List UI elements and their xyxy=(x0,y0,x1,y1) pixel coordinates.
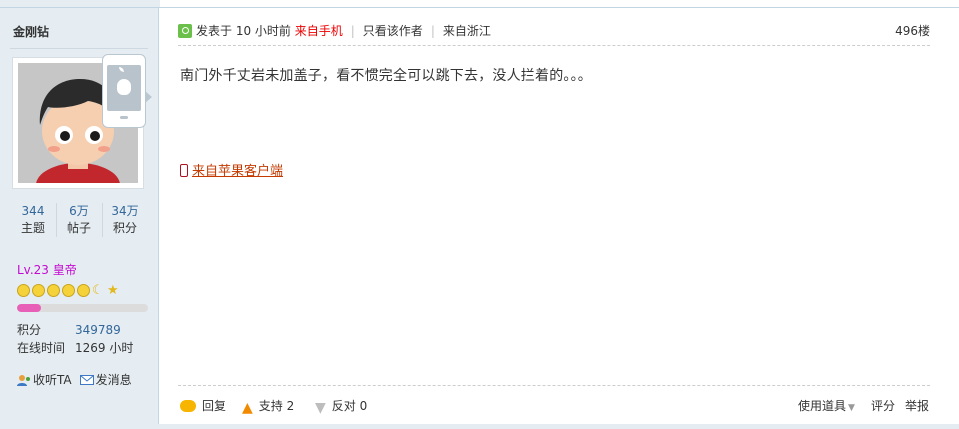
reply-label: 回复 xyxy=(202,399,227,413)
from-mobile[interactable]: 来自手机 xyxy=(295,24,343,38)
post-location: 来自浙江 xyxy=(442,24,491,38)
badge-pointer xyxy=(145,91,152,103)
use-tools-dropdown[interactable]: 使用道具 ▼ xyxy=(798,397,855,414)
stat-label: 帖子 xyxy=(66,221,91,235)
arrow-up-icon: ▲ xyxy=(242,400,253,416)
stat-value: 34万 xyxy=(111,204,139,218)
divider xyxy=(10,48,148,49)
star-icon: ★ xyxy=(107,283,119,298)
reply-button[interactable]: 回复 xyxy=(180,397,226,414)
stat-label: 积分 xyxy=(112,221,137,235)
smiley-icon xyxy=(47,284,60,297)
divider: | xyxy=(430,24,435,38)
post-main: 发表于 10 小时前 来自手机 | 只看该作者 | 来自浙江 496楼 南门外千丈岩未加… xyxy=(178,8,930,429)
arrow-down-icon: ▼ xyxy=(315,400,326,416)
info-key: 积分 xyxy=(17,323,42,337)
post-content: 南门外千丈岩未加盖子，看不惯完全可以跳下去，没人拦着的。。。 xyxy=(180,68,592,84)
info-online-time: 在线时间 1269 小时 xyxy=(17,339,133,356)
chevron-down-icon: ▼ xyxy=(848,403,855,413)
follow-label: 收听TA xyxy=(33,373,72,387)
smiley-icon xyxy=(77,284,90,297)
support-button[interactable]: ▲ 支持 2 xyxy=(242,397,295,416)
apple-phone-icon xyxy=(102,54,146,128)
clock-icon xyxy=(178,24,192,38)
experience-fill xyxy=(17,304,41,312)
smiley-icon xyxy=(62,284,75,297)
phone-icon xyxy=(180,164,188,177)
author-sidebar: 金刚钻 344 主题 6万 帖子 34万 积分 Lv.23 皇帝 ☾ ★ 积分 … xyxy=(0,8,159,429)
info-value: 1269 小时 xyxy=(75,341,134,355)
stat-value: 344 xyxy=(21,204,45,218)
author-stats: 344 主题 6万 帖子 34万 积分 xyxy=(10,203,148,241)
mail-icon xyxy=(79,374,94,386)
stat-label: 主题 xyxy=(20,221,45,235)
follow-icon xyxy=(17,374,31,386)
oppose-label: 反对 0 xyxy=(331,399,368,413)
top-border xyxy=(0,0,959,8)
support-label: 支持 2 xyxy=(258,399,295,413)
stat-posts[interactable]: 6万 帖子 xyxy=(56,203,103,237)
post-time: 发表于 10 小时前 xyxy=(196,24,291,38)
footer-divider xyxy=(178,385,930,386)
client-source: 来自苹果客户端 xyxy=(180,160,283,179)
smiley-icon xyxy=(32,284,45,297)
stat-threads[interactable]: 344 主题 xyxy=(10,203,57,237)
bottom-border xyxy=(0,424,959,429)
info-credits: 积分 349789 xyxy=(17,321,121,338)
author-name[interactable]: 金刚钻 xyxy=(13,23,49,40)
stat-value: 6万 xyxy=(69,204,89,218)
experience-bar xyxy=(17,304,148,312)
smiley-icon xyxy=(17,284,30,297)
follow-button[interactable]: 收听TA xyxy=(17,373,72,387)
rate-button[interactable]: 评分 xyxy=(871,397,895,414)
info-key: 在线时间 xyxy=(17,341,66,355)
meta-divider xyxy=(178,45,930,46)
tools-label: 使用道具 xyxy=(798,399,847,413)
message-label: 发消息 xyxy=(95,373,132,387)
rank-icons: ☾ ★ xyxy=(17,283,119,299)
reply-bubble-icon xyxy=(180,400,196,412)
floor-number[interactable]: 496楼 xyxy=(895,22,930,39)
user-level[interactable]: Lv.23 皇帝 xyxy=(17,261,77,278)
author-actions: 收听TA 发消息 xyxy=(17,371,140,388)
divider: | xyxy=(350,24,355,38)
report-button[interactable]: 举报 xyxy=(905,397,929,414)
apple-client-link[interactable]: 来自苹果客户端 xyxy=(192,164,283,179)
moon-icon: ☾ xyxy=(92,283,104,298)
post-actions: 回复 ▲ 支持 2 ▼ 反对 0 使用道具 ▼ 评分 举报 xyxy=(178,397,930,417)
info-value[interactable]: 349789 xyxy=(75,323,121,337)
oppose-button[interactable]: ▼ 反对 0 xyxy=(315,397,368,416)
only-author-link[interactable]: 只看该作者 xyxy=(363,24,423,38)
post-meta: 发表于 10 小时前 来自手机 | 只看该作者 | 来自浙江 xyxy=(178,22,930,40)
stat-credits[interactable]: 34万 积分 xyxy=(102,203,148,237)
message-button[interactable]: 发消息 xyxy=(79,373,132,387)
